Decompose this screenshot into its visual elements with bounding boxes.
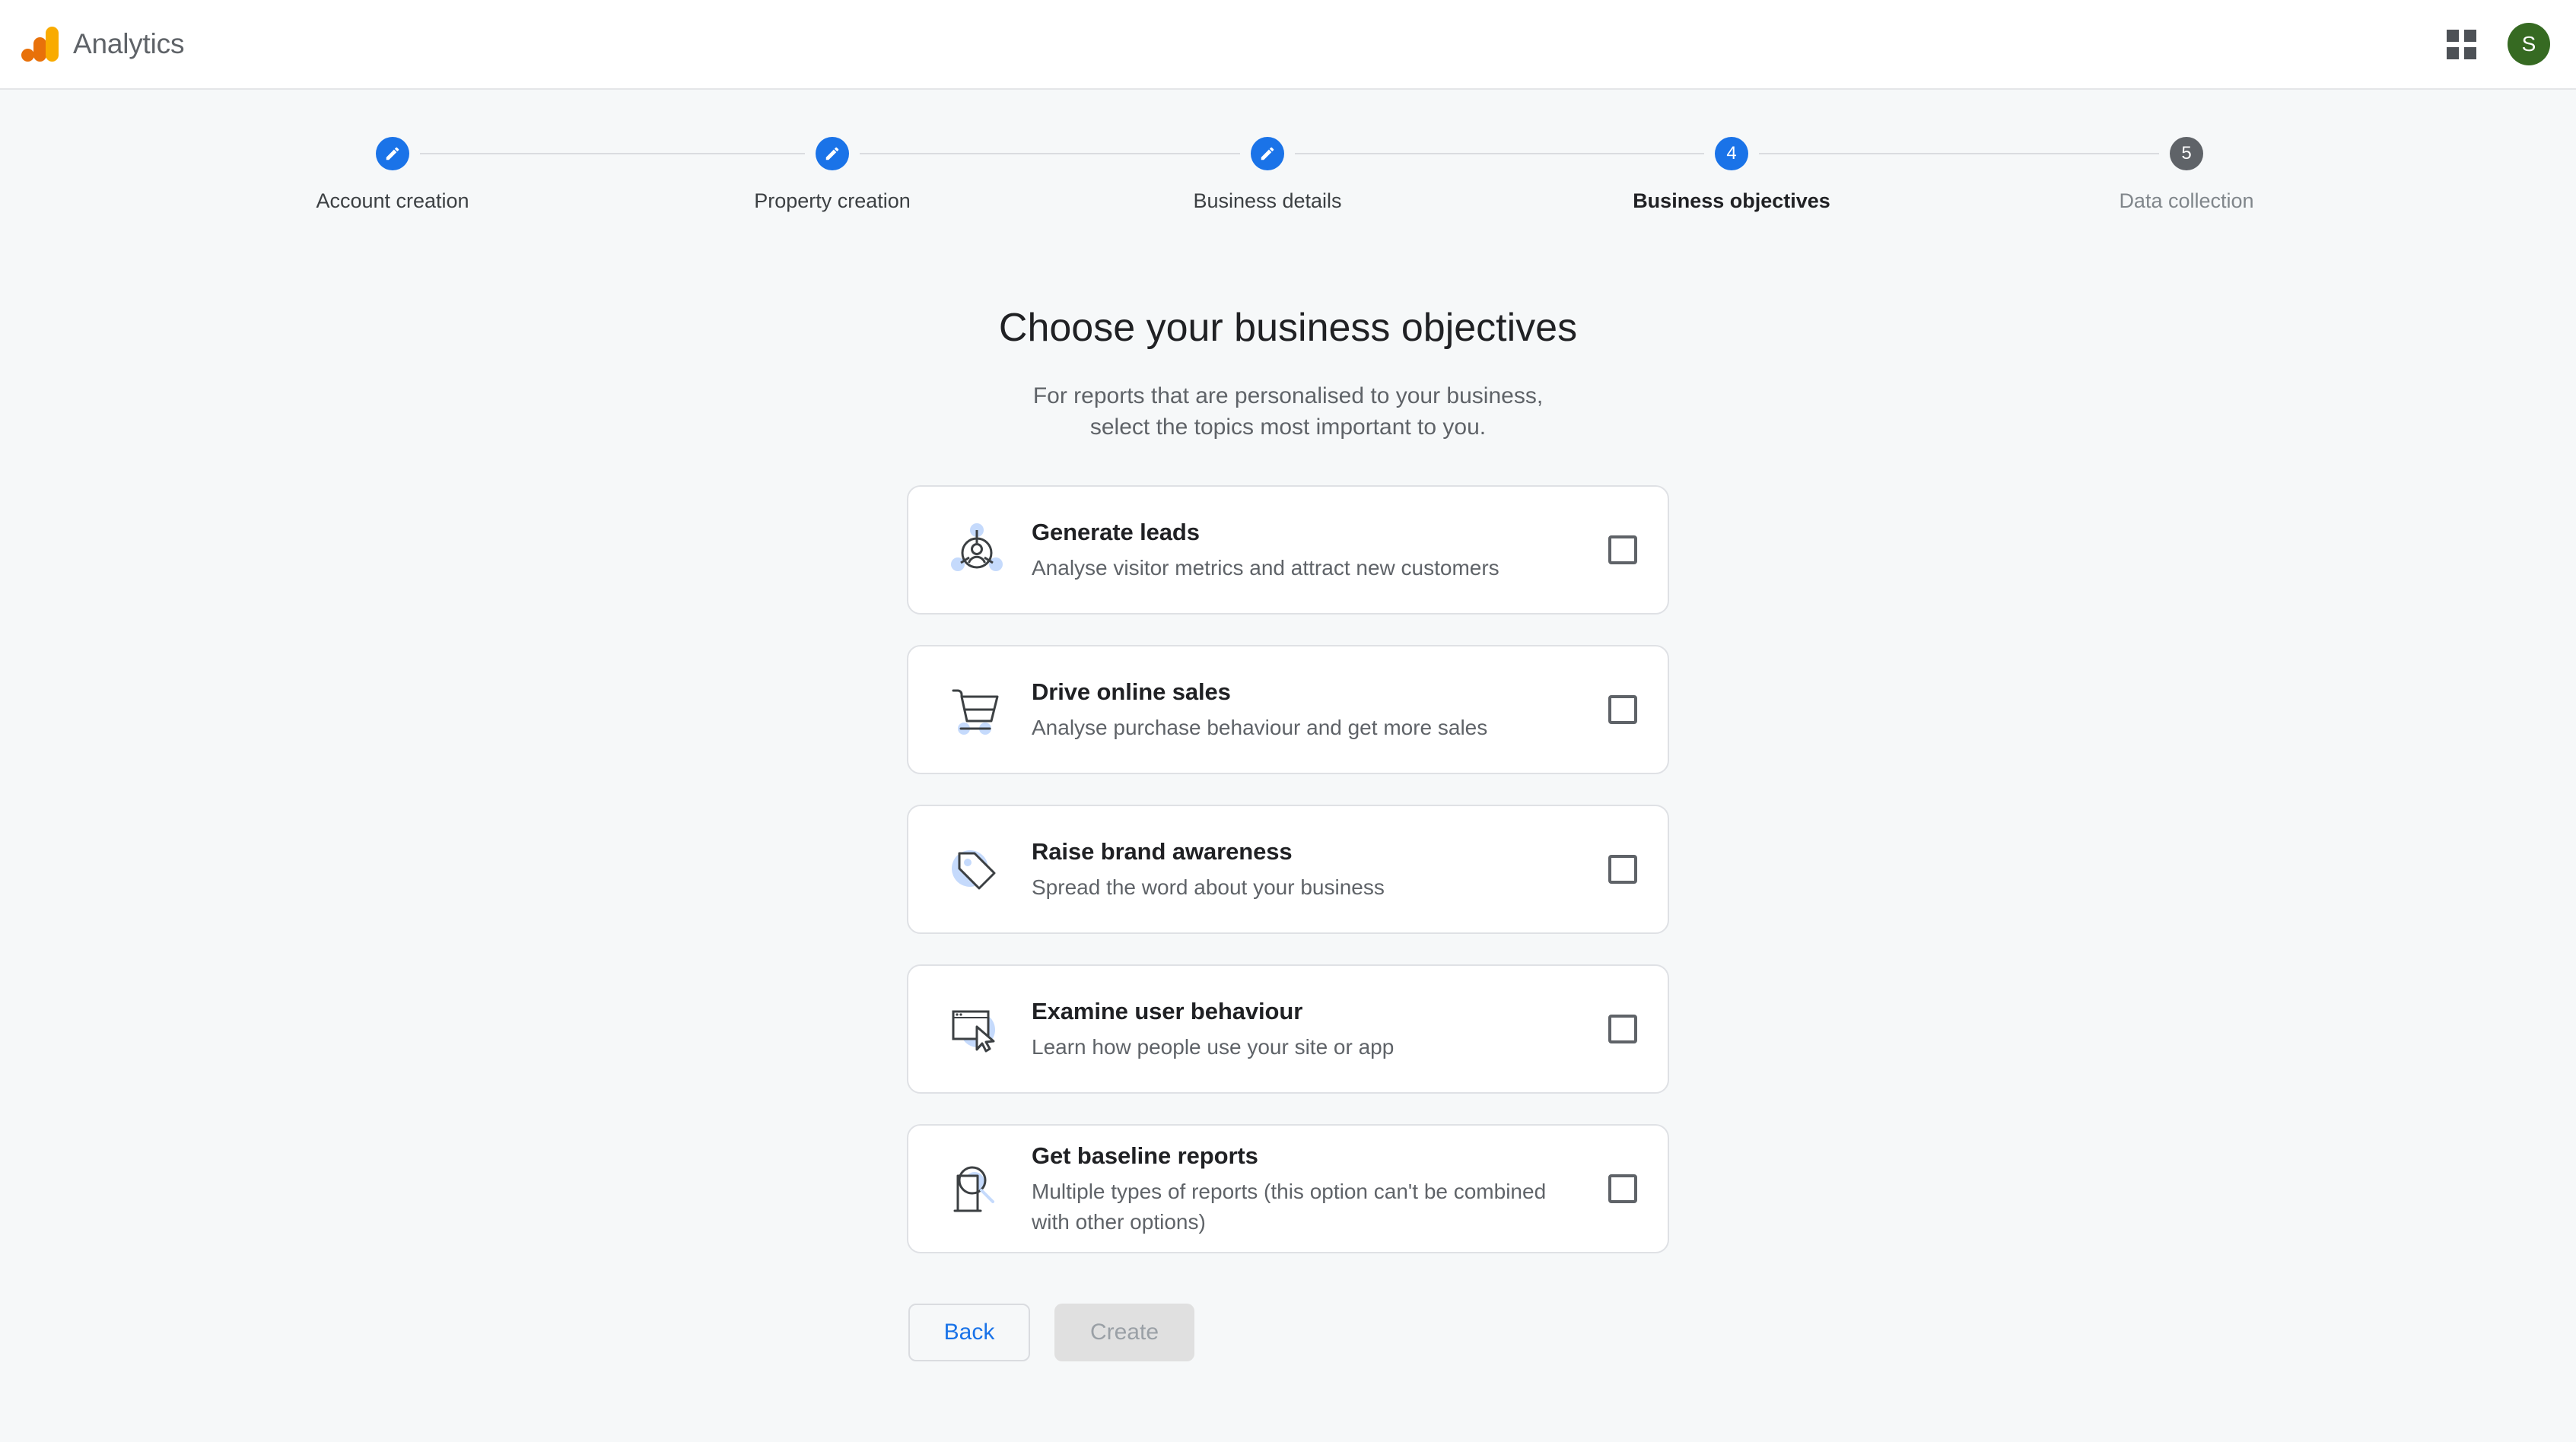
objective-checkbox[interactable] [1608,695,1637,724]
back-button[interactable]: Back [908,1304,1030,1361]
shopping-cart-icon [940,673,1013,746]
pencil-icon [376,137,409,170]
main-content: Choose your business objectives For repo… [0,304,2576,1361]
pencil-icon [816,137,849,170]
objective-title: Raise brand awareness [1032,837,1293,865]
step-connector [860,153,1240,154]
objective-description: Multiple types of reports (this option c… [1032,1179,1547,1234]
objective-checkbox[interactable] [1608,535,1637,564]
stepper-step-label: Business details [1193,189,1342,212]
stepper-step-1[interactable]: Account creation [256,137,530,213]
screen-cursor-icon [940,993,1013,1066]
objective-title: Generate leads [1032,518,1200,545]
step-number-badge: 4 [1715,137,1748,170]
objectives-list: Generate leads Analyse visitor metrics a… [0,485,2576,1253]
objective-title: Drive online sales [1032,678,1231,705]
page-subtitle: For reports that are personalised to you… [0,380,2576,443]
avatar[interactable]: S [2508,23,2550,65]
objective-checkbox[interactable] [1608,855,1637,884]
step-number-badge: 5 [2170,137,2203,170]
objective-text: Get baseline reports Multiple types of r… [1032,1141,1608,1237]
magnifier-document-icon [940,1152,1013,1225]
app-title: Analytics [73,28,185,59]
objective-card[interactable]: Get baseline reports Multiple types of r… [907,1124,1669,1253]
objective-text: Raise brand awareness Spread the word ab… [1032,837,1608,903]
stepper-step-3[interactable]: Business details [1131,137,1404,213]
page-subtitle-line-2: select the topics most important to you. [1089,414,1487,440]
objective-card[interactable]: Examine user behaviour Learn how people … [907,964,1669,1094]
stepper-step-5[interactable]: 5 Data collection [2050,137,2323,213]
objective-card[interactable]: Generate leads Analyse visitor metrics a… [907,485,1669,615]
stepper-step-label: Data collection [2119,189,2254,212]
leads-network-person-icon [940,513,1013,586]
stepper-step-label: Account creation [316,189,469,212]
page-title: Choose your business objectives [998,306,1578,350]
progress-stepper: Account creation Property creation Busin… [0,137,2576,243]
objective-title: Examine user behaviour [1032,997,1303,1024]
header-actions: S [2445,23,2550,65]
stepper-step-2[interactable]: Property creation [695,137,969,213]
objective-checkbox[interactable] [1608,1174,1637,1203]
pencil-icon [1251,137,1284,170]
objective-card[interactable]: Raise brand awareness Spread the word ab… [907,805,1669,934]
objective-text: Generate leads Analyse visitor metrics a… [1032,517,1608,583]
page-subtitle-line-1: For reports that are personalised to you… [1032,383,1544,408]
step-connector [1295,153,1704,154]
app-header: Analytics S [0,0,2576,90]
google-analytics-logo-icon [21,27,59,62]
objective-checkbox[interactable] [1608,1015,1637,1043]
brand[interactable]: Analytics [21,27,184,62]
create-button[interactable]: Create [1054,1304,1194,1361]
form-actions: Back Create [907,1304,1669,1361]
objective-description: Spread the word about your business [1032,875,1385,899]
apps-grid-icon[interactable] [2445,28,2477,60]
objective-title: Get baseline reports [1032,1142,1258,1169]
stepper-step-label: Property creation [754,189,911,212]
step-connector [420,153,805,154]
price-tag-icon [940,833,1013,906]
objective-card[interactable]: Drive online sales Analyse purchase beha… [907,645,1669,774]
objective-description: Analyse purchase behaviour and get more … [1032,715,1488,739]
stepper-step-4[interactable]: 4 Business objectives [1595,137,1868,213]
objective-description: Learn how people use your site or app [1032,1034,1395,1059]
step-connector [1759,153,2159,154]
objective-text: Drive online sales Analyse purchase beha… [1032,677,1608,743]
stepper-step-label: Business objectives [1633,189,1830,212]
objective-description: Analyse visitor metrics and attract new … [1032,555,1499,580]
objective-text: Examine user behaviour Learn how people … [1032,996,1608,1062]
